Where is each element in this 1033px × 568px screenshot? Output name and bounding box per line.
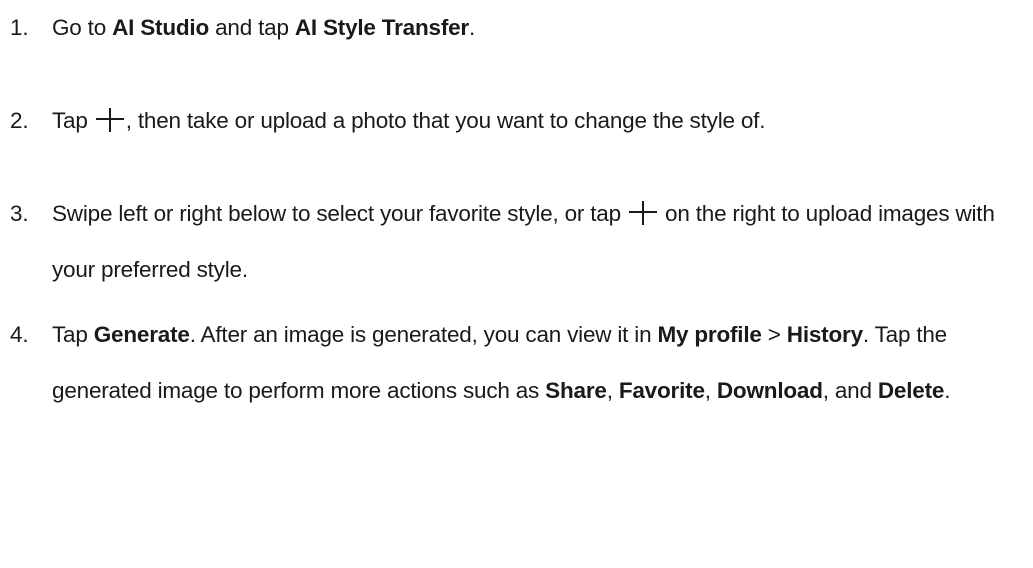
step-text: Tap Generate. After an image is generate… bbox=[52, 322, 950, 403]
ai-studio-label: AI Studio bbox=[112, 15, 210, 40]
step-text: Tap , then take or upload a photo that y… bbox=[52, 108, 765, 133]
generate-label: Generate bbox=[93, 322, 190, 347]
text-run: Go to bbox=[52, 15, 113, 40]
history-label: History bbox=[786, 322, 863, 347]
text-run: Tap bbox=[52, 322, 94, 347]
plus-icon bbox=[628, 201, 657, 225]
my-profile-label: My profile bbox=[657, 322, 762, 347]
step-text: Swipe left or right below to select your… bbox=[52, 201, 995, 282]
plus-icon bbox=[95, 108, 124, 132]
step-text: Go to AI Studio and tap AI Style Transfe… bbox=[52, 15, 475, 40]
text-run: . After an image is generated, you can v… bbox=[189, 322, 658, 347]
text-run: Tap bbox=[52, 108, 94, 133]
instruction-list: 1. Go to AI Studio and tap AI Style Tran… bbox=[10, 0, 1030, 419]
step-number: 2. bbox=[10, 108, 29, 133]
step-number: 3. bbox=[10, 201, 29, 226]
favorite-label: Favorite bbox=[618, 378, 705, 403]
text-run: Swipe left or right below to select your… bbox=[52, 201, 627, 226]
step-3: 3. Swipe left or right below to select y… bbox=[10, 186, 1030, 298]
step-1: 1. Go to AI Studio and tap AI Style Tran… bbox=[10, 0, 1030, 56]
text-run: . bbox=[944, 378, 951, 403]
text-run: and tap bbox=[209, 15, 295, 40]
step-4: 4. Tap Generate. After an image is gener… bbox=[10, 307, 1030, 419]
text-run: . bbox=[469, 15, 476, 40]
text-run: , then take or upload a photo that you w… bbox=[125, 108, 766, 133]
text-run: , bbox=[606, 378, 619, 403]
ai-style-transfer-label: AI Style Transfer bbox=[294, 15, 469, 40]
step-2: 2. Tap , then take or upload a photo tha… bbox=[10, 93, 1030, 149]
text-run: , bbox=[704, 378, 717, 403]
text-run: > bbox=[761, 322, 787, 347]
delete-label: Delete bbox=[877, 378, 945, 403]
step-number: 4. bbox=[10, 322, 29, 347]
share-label: Share bbox=[545, 378, 607, 403]
step-number: 1. bbox=[10, 15, 29, 40]
download-label: Download bbox=[716, 378, 823, 403]
text-run: , and bbox=[822, 378, 878, 403]
